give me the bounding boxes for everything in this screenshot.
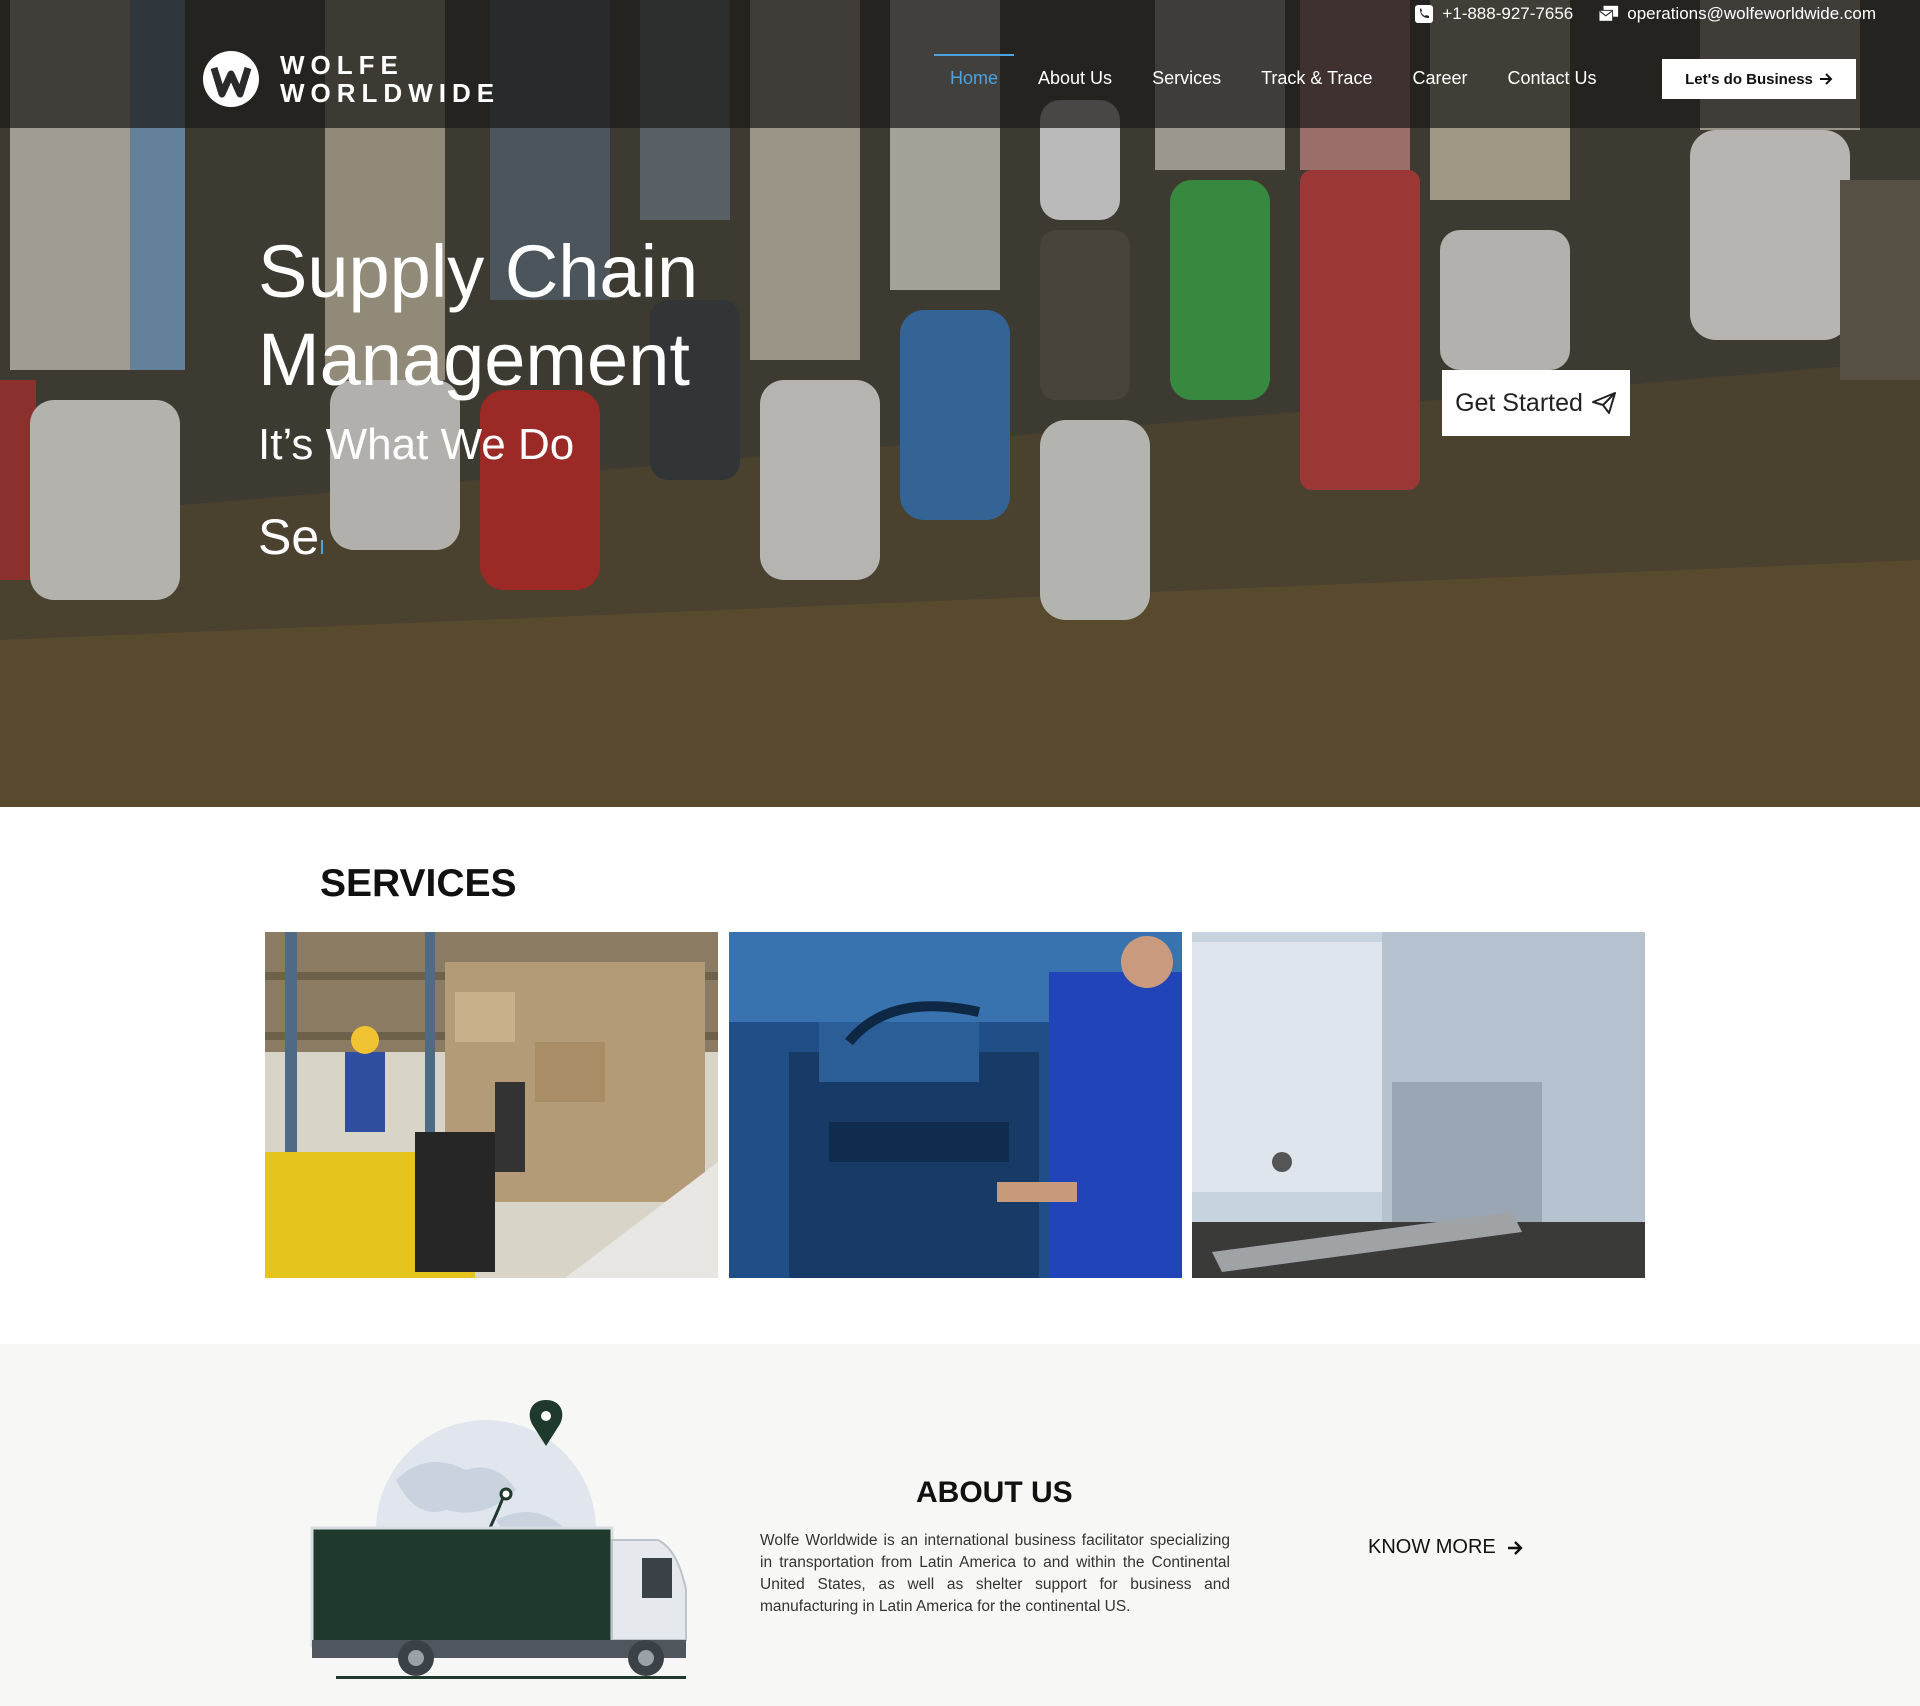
logo-wordmark: WOLFE WORLDWIDE [280, 51, 500, 107]
about-description: Wolfe Worldwide is an international busi… [760, 1532, 1230, 1615]
hero-subtitle: It’s What We Do [258, 420, 575, 469]
main-nav: Home About Us Services Track & Trace Car… [930, 54, 1617, 97]
know-more-label: KNOW MORE [1368, 1536, 1496, 1558]
services-heading: SERVICES [320, 862, 517, 905]
get-started-button[interactable]: Get Started [1442, 370, 1630, 436]
know-more-link[interactable]: KNOW MORE [1368, 1536, 1524, 1559]
phone-contact[interactable]: +1-888-927-7656 [1414, 4, 1573, 24]
paper-plane-icon [1591, 392, 1616, 414]
nav-career[interactable]: Career [1392, 54, 1487, 97]
email-contact[interactable]: operations@wolfeworldwide.com [1599, 4, 1876, 24]
hero-section: +1-888-927-7656 operations@wolfeworldwid… [0, 0, 1920, 807]
wolfe-logo-icon [203, 51, 259, 107]
contact-strip: +1-888-927-7656 operations@wolfeworldwid… [1414, 4, 1876, 24]
truck-globe-illustration [310, 1400, 687, 1679]
typing-cursor [321, 540, 324, 554]
warehouse-forklift-image [265, 932, 718, 1278]
typing-text: Se [258, 509, 320, 565]
arrow-right-icon [1507, 1540, 1523, 1555]
hero-title: Supply Chain Management [258, 230, 699, 401]
service-card-warehouse[interactable] [265, 932, 718, 1278]
logo-line-2: WORLDWIDE [280, 78, 501, 108]
get-started-label: Get Started [1455, 388, 1583, 417]
lets-do-business-button[interactable]: Let's do Business [1662, 59, 1856, 99]
nav-about-us[interactable]: About Us [1018, 54, 1132, 97]
phone-icon [1414, 4, 1434, 24]
email-icon [1599, 4, 1619, 24]
about-heading: ABOUT US [916, 1476, 1073, 1509]
service-card-trailers[interactable] [1192, 932, 1645, 1278]
nav-track-trace[interactable]: Track & Trace [1241, 54, 1392, 97]
nav-home[interactable]: Home [930, 54, 1018, 97]
phone-number[interactable]: +1-888-927-7656 [1442, 4, 1573, 24]
lets-do-business-label: Let's do Business [1685, 70, 1813, 88]
service-card-manufacturing[interactable] [729, 932, 1182, 1278]
email-address[interactable]: operations@wolfeworldwide.com [1627, 4, 1876, 24]
nav-services[interactable]: Services [1132, 54, 1241, 97]
logo-line-1: WOLFE [280, 50, 404, 80]
about-section [0, 1344, 1920, 1706]
hero-typing-text: Se [258, 508, 324, 566]
nav-contact-us[interactable]: Contact Us [1487, 54, 1616, 97]
cargo-trailers-image [1192, 932, 1645, 1278]
logo[interactable]: WOLFE WORLDWIDE [202, 50, 500, 108]
manufacturing-machine-image [729, 932, 1182, 1278]
arrow-right-icon [1819, 73, 1833, 85]
